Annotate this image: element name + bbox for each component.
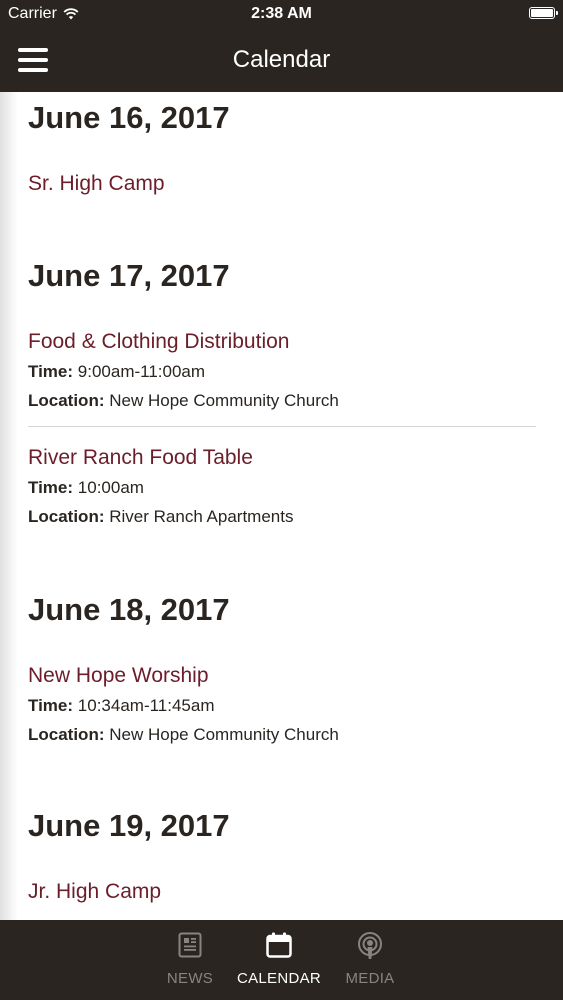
time-label: Time:	[28, 362, 74, 381]
day-section: June 16, 2017 Sr. High Camp	[28, 102, 536, 194]
tab-media[interactable]: MEDIA	[330, 920, 410, 1000]
day-heading: June 17, 2017	[28, 258, 230, 293]
event-time: Time: 10:00am	[28, 479, 536, 496]
tab-label: NEWS	[166, 970, 214, 987]
nav-bar: Calendar	[0, 28, 563, 92]
time-value: 9:00am-11:00am	[77, 362, 206, 381]
event-item[interactable]: Jr. High Camp	[28, 881, 536, 902]
event-divider	[28, 426, 536, 427]
event-title[interactable]: Sr. High Camp	[28, 173, 536, 194]
day-section: June 19, 2017 Jr. High Camp	[28, 810, 536, 902]
event-item[interactable]: River Ranch Food Table Time: 10:00am Loc…	[28, 447, 536, 525]
tab-calendar[interactable]: CALENDAR	[236, 920, 322, 1000]
calendar-list[interactable]: June 16, 2017 Sr. High Camp June 17, 201…	[0, 92, 563, 920]
time-label: Time:	[28, 696, 74, 715]
status-bar: Carrier 2:38 AM	[0, 0, 563, 28]
event-time: Time: 9:00am-11:00am	[28, 363, 536, 380]
event-title[interactable]: New Hope Worship	[28, 665, 536, 686]
event-item[interactable]: Food & Clothing Distribution Time: 9:00a…	[28, 331, 536, 409]
tab-label: CALENDAR	[236, 970, 322, 987]
battery-icon	[529, 7, 558, 19]
tab-bar: NEWS CALENDAR MEDIA	[0, 920, 563, 1000]
event-title[interactable]: River Ranch Food Table	[28, 447, 536, 468]
day-heading: June 16, 2017	[28, 100, 230, 135]
event-title[interactable]: Food & Clothing Distribution	[28, 331, 536, 352]
location-label: Location:	[28, 725, 105, 744]
event-location: Location: River Ranch Apartments	[28, 508, 536, 525]
day-heading: June 18, 2017	[28, 592, 230, 627]
calendar-icon	[266, 932, 292, 958]
page-title: Calendar	[232, 46, 331, 73]
time-value: 10:00am	[77, 478, 144, 497]
newspaper-icon	[178, 932, 202, 958]
event-location: Location: New Hope Community Church	[28, 392, 536, 409]
location-label: Location:	[28, 507, 105, 526]
day-heading: June 19, 2017	[28, 808, 230, 843]
location-value: New Hope Community Church	[109, 391, 339, 410]
event-item[interactable]: Sr. High Camp	[28, 173, 536, 194]
location-value: New Hope Community Church	[109, 725, 339, 744]
time-label: Time:	[28, 478, 74, 497]
event-time: Time: 10:34am-11:45am	[28, 697, 536, 714]
drawer-edge-shadow	[0, 92, 18, 920]
tab-news[interactable]: NEWS	[150, 920, 230, 1000]
podcast-icon	[358, 932, 382, 959]
day-section: June 17, 2017 Food & Clothing Distributi…	[28, 260, 536, 525]
day-section: June 18, 2017 New Hope Worship Time: 10:…	[28, 594, 536, 743]
event-location: Location: New Hope Community Church	[28, 726, 536, 743]
event-title[interactable]: Jr. High Camp	[28, 881, 536, 902]
location-value: River Ranch Apartments	[109, 507, 294, 526]
location-label: Location:	[28, 391, 105, 410]
event-item[interactable]: New Hope Worship Time: 10:34am-11:45am L…	[28, 665, 536, 743]
tab-label: MEDIA	[345, 970, 395, 987]
time-value: 10:34am-11:45am	[77, 696, 215, 715]
status-time: 2:38 AM	[251, 5, 312, 22]
